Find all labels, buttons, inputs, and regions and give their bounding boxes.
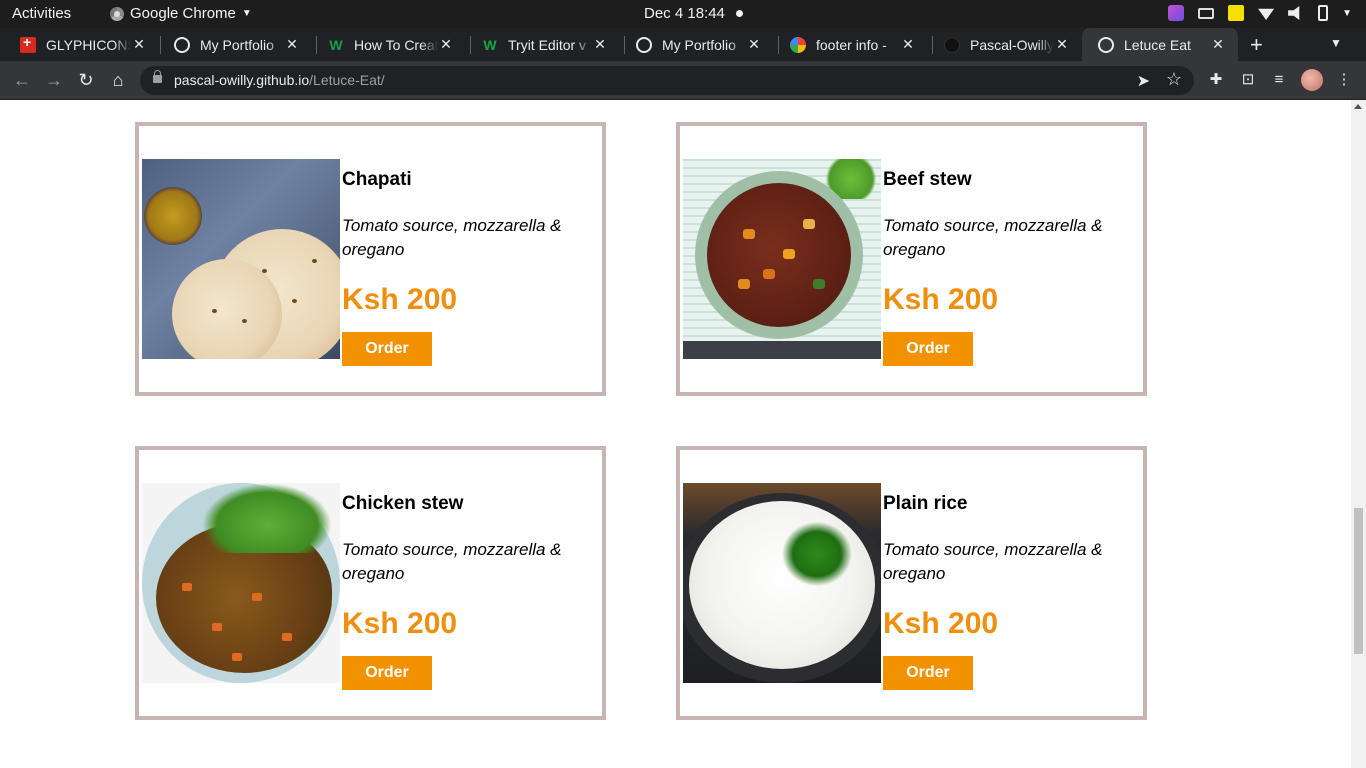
menu-card-beef-stew: Beef stew Tomato source, mozzarella & or…: [676, 122, 1147, 396]
close-icon[interactable]: ✕: [1210, 36, 1226, 53]
globe-icon: [1098, 36, 1114, 53]
tab-title: footer info -: [816, 36, 887, 53]
globe-icon: [636, 36, 652, 53]
menu-item-info: Plain rice Tomato source, mozzarella & o…: [883, 492, 1133, 690]
tab-footer-info[interactable]: footer info - ✕: [774, 28, 928, 61]
swiss-flag-icon: [20, 34, 36, 53]
system-menu-caret-icon[interactable]: ▼: [1342, 8, 1352, 19]
scroll-up-arrow-icon[interactable]: [1354, 104, 1362, 109]
tab-title: Pascal-Owilly: [970, 36, 1054, 53]
app-menu[interactable]: Google Chrome ▼: [110, 5, 252, 22]
activities-button[interactable]: Activities: [12, 5, 71, 22]
page-scrollbar[interactable]: [1351, 100, 1366, 768]
volume-icon[interactable]: [1288, 6, 1300, 20]
page-viewport: Chapati Tomato source, mozzarella & oreg…: [0, 100, 1351, 768]
tab-strip: GLYPHICONS ✕ My Portfolio ✕ W How To Cre…: [0, 28, 1366, 61]
menu-item-price: Ksh 200: [883, 607, 999, 640]
globe-icon: [174, 36, 190, 53]
menu-item-info: Chapati Tomato source, mozzarella & oreg…: [342, 168, 592, 366]
menu-item-price: Ksh 200: [342, 607, 458, 640]
menu-card-plain-rice: Plain rice Tomato source, mozzarella & o…: [676, 446, 1147, 720]
tab-title: Letuce Eat: [1124, 36, 1191, 53]
menu-item-description: Tomato source, mozzarella & oregano: [883, 216, 1103, 259]
menu-item-price: Ksh 200: [883, 283, 999, 316]
tab-title: My Portfolio: [662, 36, 736, 53]
order-button[interactable]: Order: [342, 656, 432, 690]
menu-card-chicken-stew: Chicken stew Tomato source, mozzarella &…: [135, 446, 606, 720]
close-icon[interactable]: ✕: [746, 36, 762, 53]
tab-title: Tryit Editor v: [508, 36, 587, 53]
menu-item-price: Ksh 200: [342, 283, 458, 316]
close-icon[interactable]: ✕: [284, 36, 300, 53]
github-icon: [944, 36, 960, 53]
close-icon[interactable]: ✕: [131, 36, 147, 53]
keyboard-icon[interactable]: [1198, 7, 1215, 19]
close-icon[interactable]: ✕: [1054, 36, 1070, 53]
back-arrow-icon[interactable]: ←: [10, 69, 34, 93]
media-control-icon[interactable]: ≡: [1270, 71, 1288, 89]
system-top-bar: Activities Google Chrome ▼ Dec 4 18:44 ▼: [0, 0, 1366, 28]
tab-glyphicons[interactable]: GLYPHICONS ✕: [4, 28, 159, 61]
wifi-icon[interactable]: [1258, 8, 1275, 20]
forward-arrow-icon[interactable]: →: [42, 69, 66, 93]
w-logo-icon: W: [329, 36, 343, 53]
cast-icon[interactable]: ⊡: [1239, 71, 1257, 89]
kebab-menu-icon[interactable]: ⋮: [1335, 71, 1353, 89]
address-bar[interactable]: pascal-owilly.github.io/Letuce-Eat/ ➤ ☆: [140, 66, 1194, 95]
tab-title: My Portfolio: [200, 36, 274, 53]
tab-letuce-eat[interactable]: Letuce Eat ✕: [1082, 28, 1238, 61]
tab-pascal-owilly[interactable]: Pascal-Owilly ✕: [928, 28, 1082, 61]
menu-item-name: Chapati: [342, 169, 412, 190]
chapati-photo: [142, 159, 340, 359]
menu-item-description: Tomato source, mozzarella & oregano: [342, 216, 562, 259]
browser-toolbar: ← → ↻ ⌂ pascal-owilly.github.io/Letuce-E…: [0, 61, 1366, 100]
app-menu-label: Google Chrome: [130, 5, 236, 22]
profile-avatar[interactable]: [1301, 69, 1323, 91]
order-button[interactable]: Order: [883, 656, 973, 690]
notes-icon[interactable]: [1228, 5, 1245, 21]
send-tab-icon[interactable]: ➤: [1137, 71, 1150, 91]
tab-my-portfolio-2[interactable]: My Portfolio ✕: [620, 28, 774, 61]
close-icon[interactable]: ✕: [438, 36, 454, 53]
tab-title: How To Creat: [354, 36, 438, 53]
clock[interactable]: Dec 4 18:44: [644, 5, 725, 22]
system-tray[interactable]: ▼: [1168, 5, 1352, 21]
menu-item-description: Tomato source, mozzarella & oregano: [883, 540, 1103, 583]
home-icon[interactable]: ⌂: [106, 69, 130, 93]
menu-item-description: Tomato source, mozzarella & oregano: [342, 540, 562, 583]
google-icon: [790, 36, 806, 53]
menu-item-info: Beef stew Tomato source, mozzarella & or…: [883, 168, 1133, 366]
beef-stew-photo: [683, 159, 881, 359]
menu-item-info: Chicken stew Tomato source, mozzarella &…: [342, 492, 592, 690]
tab-title: GLYPHICONS: [46, 36, 131, 53]
scrollbar-thumb[interactable]: [1354, 508, 1363, 654]
app-indicator-icon[interactable]: [1168, 5, 1185, 21]
plain-rice-photo: [683, 483, 881, 683]
tab-tryit-editor[interactable]: W Tryit Editor v ✕: [466, 28, 620, 61]
new-tab-button[interactable]: +: [1250, 32, 1263, 58]
chicken-stew-photo: [142, 483, 340, 683]
close-icon[interactable]: ✕: [900, 36, 916, 53]
tab-how-to-create[interactable]: W How To Creat ✕: [312, 28, 466, 61]
menu-item-name: Plain rice: [883, 493, 968, 514]
battery-icon[interactable]: [1318, 5, 1329, 21]
w-logo-icon: W: [483, 36, 497, 53]
order-button[interactable]: Order: [342, 332, 432, 366]
bookmark-star-icon[interactable]: ☆: [1166, 69, 1182, 90]
menu-item-name: Chicken stew: [342, 493, 464, 514]
chrome-icon: [110, 6, 124, 21]
lock-icon[interactable]: [153, 70, 162, 83]
tab-search-chevron-icon[interactable]: ▼: [1330, 36, 1342, 50]
caret-down-icon: ▼: [241, 8, 252, 19]
reload-icon[interactable]: ↻: [74, 69, 98, 93]
menu-card-chapati: Chapati Tomato source, mozzarella & oreg…: [135, 122, 606, 396]
address-url[interactable]: pascal-owilly.github.io/Letuce-Eat/: [174, 72, 385, 88]
extensions-puzzle-icon[interactable]: ✚: [1207, 71, 1225, 89]
tab-my-portfolio[interactable]: My Portfolio ✕: [158, 28, 312, 61]
close-icon[interactable]: ✕: [592, 36, 608, 53]
notification-dot-icon: [736, 10, 743, 17]
order-button[interactable]: Order: [883, 332, 973, 366]
menu-item-name: Beef stew: [883, 169, 972, 190]
